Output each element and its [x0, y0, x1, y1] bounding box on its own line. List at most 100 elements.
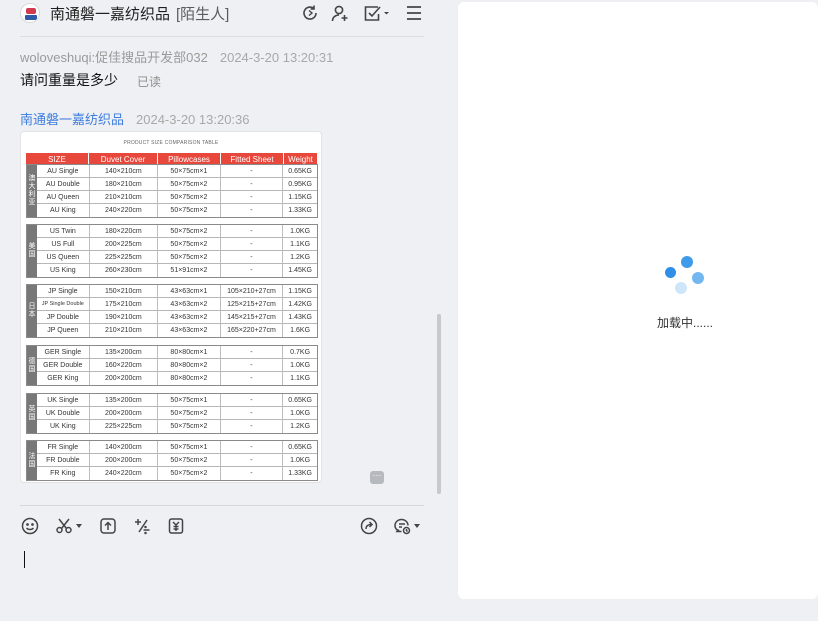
table-cell: 50×75cm×1: [158, 165, 221, 177]
table-cell: AU Double: [37, 178, 90, 190]
menu-icon[interactable]: [404, 3, 424, 23]
table-row: FR Double 200×200cm 50×75cm×2-1.0KG: [37, 454, 317, 467]
table-row: FR Single 140×200cm 50×75cm×1-0.65KG: [37, 441, 317, 454]
scrollbar[interactable]: [437, 314, 441, 494]
table-row: AU Double 180×210cm 50×75cm×2-0.95KG: [37, 178, 317, 191]
table-cell: -: [221, 225, 284, 237]
table-row: GER Single 135×200cm 80×80cm×1-0.7KG: [37, 346, 317, 359]
table-cell: 50×75cm×2: [158, 225, 221, 237]
table-cell: 0.65KG: [288, 396, 312, 404]
add-contact-icon[interactable]: [330, 3, 350, 23]
text-cursor[interactable]: [24, 551, 25, 568]
table-cell: JP Double: [37, 311, 90, 323]
table-cell: 145×215+27cm: [221, 311, 284, 323]
table-row: UK Single 135×200cm 50×75cm×1-0.65KG: [37, 394, 317, 407]
image-message[interactable]: PRODUCT SIZE COMPARISON TABLE SIZE Duvet …: [20, 131, 322, 483]
chevron-down-icon[interactable]: [414, 524, 420, 528]
table-cell: 1.43KG: [288, 313, 312, 321]
table-row: AU Queen 210×210cm 50×75cm×2-1.15KG: [37, 191, 317, 204]
task-check-icon[interactable]: [362, 3, 390, 23]
table-cell: 1.15KG: [288, 287, 312, 295]
message-sender[interactable]: 南通磐一嘉纺织品: [20, 112, 124, 127]
input-divider: [20, 505, 424, 506]
table-cell: AU Queen: [37, 191, 90, 203]
table-cell: 1.42KG: [288, 300, 312, 308]
table-group: 德国 GER Single 135×200cm 80×80cm×1-0.7KG GER …: [26, 345, 318, 386]
table-cell: AU Single: [37, 165, 90, 177]
table-cell: 240×220cm: [90, 204, 159, 217]
table-cell: 0.65KG: [288, 443, 312, 451]
table-cell: 200×200cm: [90, 407, 159, 419]
table-cell: 50×75cm×1: [158, 394, 221, 406]
avatar[interactable]: [20, 3, 40, 23]
table-cell: -: [221, 454, 284, 466]
quick-reply-tool[interactable]: [393, 516, 420, 536]
table-cell: JP Single: [37, 285, 90, 297]
table-cell: FR Double: [37, 454, 90, 466]
table-cell: -: [221, 441, 284, 453]
table-group-label: 法国: [27, 441, 37, 480]
table-cell: 0.95KG: [288, 180, 312, 188]
table-cell: 1.2KG: [290, 253, 311, 261]
table-cell: FR Single: [37, 441, 90, 453]
table-cell: 80×80cm×2: [158, 372, 221, 385]
table-cell: 210×210cm: [90, 324, 159, 337]
table-cell: 150×210cm: [90, 285, 159, 297]
table-cell: US Queen: [37, 251, 90, 263]
contact-tag: [陌生人]: [176, 6, 230, 23]
table-cell: -: [221, 165, 284, 177]
chat-header: 南通磐一嘉纺织品 [陌生人]: [0, 0, 444, 36]
emoji-icon[interactable]: [21, 516, 39, 536]
table-group: 澳大利亚 AU Single 140×210cm 50×75cm×1-0.65KG AU…: [26, 164, 318, 218]
table-cell: 1.45KG: [288, 267, 312, 274]
calculator-icon[interactable]: [133, 516, 151, 536]
loading-text: 加载中......: [657, 316, 714, 330]
size-table-title: PRODUCT SIZE COMPARISON TABLE: [123, 140, 219, 146]
share-icon[interactable]: [360, 516, 378, 536]
message-text[interactable]: 请问重量是多少: [20, 70, 118, 90]
chevron-down-icon[interactable]: [76, 524, 82, 528]
table-cell: 80×80cm×1: [158, 346, 221, 358]
table-cell: UK Single: [37, 394, 90, 406]
table-cell: 180×210cm: [90, 178, 159, 190]
table-group: 日本 JP Single 150×210cm 43×63cm×1 105×210+27c…: [26, 284, 318, 338]
table-cell: 50×75cm×2: [158, 178, 221, 190]
table-cell: GER King: [37, 372, 90, 385]
table-cell: GER Single: [37, 346, 90, 358]
table-cell: 50×75cm×1: [158, 441, 221, 453]
refresh-icon[interactable]: [300, 3, 320, 23]
table-cell: 50×75cm×2: [158, 204, 221, 217]
coupon-icon[interactable]: [167, 516, 185, 536]
table-cell: -: [221, 467, 284, 480]
table-cell: 51×91cm×2: [158, 264, 221, 277]
more-options-icon[interactable]: ···: [370, 471, 384, 484]
table-cell: JP Queen: [37, 324, 90, 337]
chat-pane: 南通磐一嘉纺织品 [陌生人] woloveshuqi:促佳搜品开发部032 2024…: [0, 0, 444, 621]
table-cell: -: [221, 346, 284, 358]
table-cell: 140×200cm: [90, 441, 159, 453]
table-row: UK Double 200×200cm 50×75cm×2-1.0KG: [37, 407, 317, 420]
table-cell: 1.33KG: [288, 470, 312, 477]
table-cell: 135×200cm: [90, 346, 159, 358]
table-group-label: 日本: [27, 285, 37, 337]
table-row: US Twin 180×220cm 50×75cm×2-1.0KG: [37, 225, 317, 238]
table-row: GER Double 160×220cm 80×80cm×2-1.0KG: [37, 359, 317, 372]
screenshot-tool[interactable]: [55, 516, 82, 536]
table-cell: 1.0KG: [290, 361, 311, 369]
table-group: 美国 US Twin 180×220cm 50×75cm×2-1.0KG US Full…: [26, 224, 318, 278]
table-cell: 43×63cm×2: [158, 324, 221, 337]
table-cell: -: [221, 204, 284, 217]
table-cell: 50×75cm×2: [158, 238, 221, 250]
table-group-label: 美国: [27, 225, 37, 277]
table-cell: 190×210cm: [90, 311, 159, 323]
table-cell: -: [221, 420, 284, 433]
table-cell: 125×215+27cm: [221, 298, 284, 310]
table-cell: 105×210+27cm: [221, 285, 284, 297]
upload-icon[interactable]: [99, 516, 117, 536]
table-cell: 240×220cm: [90, 467, 159, 480]
table-cell: US Full: [37, 238, 90, 250]
table-cell: US Twin: [37, 225, 90, 237]
table-cell: 225×225cm: [90, 420, 159, 433]
table-row: US Full 200×225cm 50×75cm×2-1.1KG: [37, 238, 317, 251]
message-meta: woloveshuqi:促佳搜品开发部032 2024-3-20 13:20:31: [20, 47, 333, 66]
